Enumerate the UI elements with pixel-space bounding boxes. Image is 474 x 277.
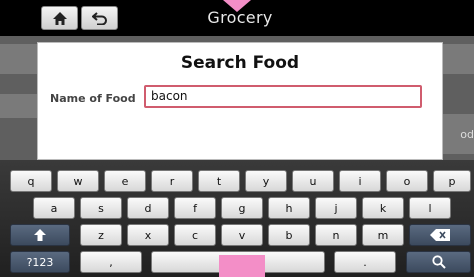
key-f[interactable]: f — [174, 197, 216, 219]
backspace-key[interactable] — [409, 224, 471, 246]
key-p[interactable]: p — [433, 170, 471, 192]
name-of-food-input[interactable]: bacon — [144, 85, 422, 108]
key-i[interactable]: i — [339, 170, 381, 192]
key-a[interactable]: a — [33, 197, 75, 219]
key-y[interactable]: y — [245, 170, 287, 192]
pink-bottom-marker — [219, 255, 265, 277]
shift-arrow-icon — [34, 229, 46, 241]
key-w[interactable]: w — [57, 170, 99, 192]
symbols-key[interactable]: ?123 — [10, 251, 70, 273]
home-button[interactable] — [41, 6, 78, 30]
title-bar: Grocery — [0, 0, 474, 36]
back-button[interactable] — [81, 6, 118, 30]
comma-key[interactable]: , — [80, 251, 142, 273]
bg-partial-label: od — [460, 128, 474, 141]
key-h[interactable]: h — [268, 197, 310, 219]
home-icon — [52, 11, 67, 25]
app-title: Grocery — [207, 8, 273, 27]
key-b[interactable]: b — [268, 224, 310, 246]
key-s[interactable]: s — [80, 197, 122, 219]
back-arrow-icon — [91, 11, 107, 25]
key-r[interactable]: r — [151, 170, 193, 192]
key-k[interactable]: k — [362, 197, 404, 219]
key-v[interactable]: v — [221, 224, 263, 246]
bg-row-left — [0, 44, 37, 74]
key-c[interactable]: c — [174, 224, 216, 246]
search-key[interactable] — [406, 251, 471, 273]
backspace-icon — [430, 229, 450, 241]
name-of-food-label: Name of Food — [50, 92, 136, 105]
key-m[interactable]: m — [362, 224, 404, 246]
bg-row-right — [443, 44, 474, 74]
bg-row-left-2 — [0, 94, 37, 118]
key-n[interactable]: n — [315, 224, 357, 246]
search-icon — [431, 255, 446, 269]
key-j[interactable]: j — [315, 197, 357, 219]
key-g[interactable]: g — [221, 197, 263, 219]
key-t[interactable]: t — [198, 170, 240, 192]
period-key[interactable]: . — [334, 251, 396, 273]
dialog-title: Search Food — [180, 53, 300, 73]
key-e[interactable]: e — [104, 170, 146, 192]
key-o[interactable]: o — [386, 170, 428, 192]
key-q[interactable]: q — [10, 170, 52, 192]
key-x[interactable]: x — [127, 224, 169, 246]
key-u[interactable]: u — [292, 170, 334, 192]
search-food-dialog: Search Food Name of Food bacon — [37, 42, 443, 160]
key-d[interactable]: d — [127, 197, 169, 219]
shift-key[interactable] — [10, 224, 70, 246]
key-z[interactable]: z — [80, 224, 122, 246]
key-l[interactable]: l — [409, 197, 451, 219]
